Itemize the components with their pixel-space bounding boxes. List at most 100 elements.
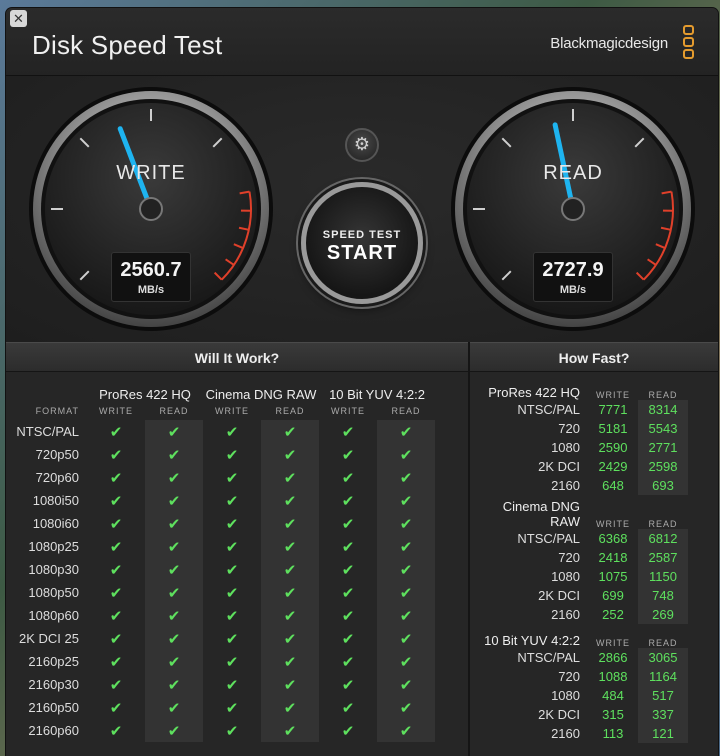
- table-row: NTSC/PAL 7771 8314: [470, 400, 688, 419]
- check-icon: ✔: [377, 443, 435, 466]
- table-row: 1080 2590 2771: [470, 438, 688, 457]
- check-icon: ✔: [145, 627, 203, 650]
- table-row: 1080p25 ✔ ✔ ✔ ✔ ✔ ✔: [6, 535, 435, 558]
- write-column-header: WRITE: [596, 390, 630, 400]
- format-label: 2160p25: [28, 654, 79, 669]
- format-label: 720p60: [35, 470, 79, 485]
- check-icon: ✔: [225, 423, 239, 441]
- format-label: 2160: [551, 726, 580, 741]
- check-icon: ✔: [341, 538, 355, 556]
- will-it-work-header: Will It Work?: [6, 342, 468, 372]
- format-label: 2K DCI: [538, 707, 580, 722]
- check-icon: ✔: [225, 515, 239, 533]
- app-title: Disk Speed Test: [32, 30, 223, 60]
- table-row: 720p60 ✔ ✔ ✔ ✔ ✔ ✔: [6, 466, 435, 489]
- table-row: 1080p30 ✔ ✔ ✔ ✔ ✔ ✔: [6, 558, 435, 581]
- speed-test-start-button[interactable]: SPEED TEST START: [301, 182, 423, 304]
- read-fps-value: 2771: [638, 438, 688, 457]
- check-icon: ✔: [225, 446, 239, 464]
- will-it-work-panel: ProRes 422 HQ Cinema DNG RAW 10 Bit YUV …: [6, 372, 468, 742]
- read-fps-value: 337: [638, 705, 688, 724]
- check-icon: ✔: [341, 515, 355, 533]
- table-row: 2K DCI 699 748: [470, 586, 688, 605]
- check-icon: ✔: [261, 558, 319, 581]
- table-row: 1080 1075 1150: [470, 567, 688, 586]
- check-icon: ✔: [261, 489, 319, 512]
- format-label: NTSC/PAL: [517, 402, 580, 417]
- write-fps-value: 648: [602, 478, 624, 493]
- check-icon: ✔: [109, 607, 123, 625]
- table-row: 2160 648 693: [470, 476, 688, 495]
- table-row: NTSC/PAL 6368 6812: [470, 529, 688, 548]
- check-icon: ✔: [377, 535, 435, 558]
- write-fps-value: 7771: [598, 402, 628, 417]
- table-row: 1080 484 517: [470, 686, 688, 705]
- section-title: ProRes 422 HQ: [488, 385, 580, 400]
- table-row: 1080i60 ✔ ✔ ✔ ✔ ✔ ✔: [6, 512, 435, 535]
- needle-hub: [139, 197, 163, 221]
- format-label: 720: [558, 669, 580, 684]
- read-fps-value: 517: [638, 686, 688, 705]
- format-label: 1080p60: [28, 608, 79, 623]
- check-icon: ✔: [261, 650, 319, 673]
- write-fps-value: 252: [602, 607, 624, 622]
- close-button[interactable]: ✕: [10, 10, 27, 27]
- check-icon: ✔: [341, 653, 355, 671]
- check-icon: ✔: [261, 627, 319, 650]
- table-row: 2K DCI 25 ✔ ✔ ✔ ✔ ✔ ✔: [6, 627, 435, 650]
- settings-button[interactable]: ⚙: [345, 128, 379, 162]
- check-icon: ✔: [109, 423, 123, 441]
- read-fps-value: 3065: [638, 648, 688, 667]
- how-fast-section: 10 Bit YUV 4:2:2 WRITE READ NTSC/PAL 2866 306…: [470, 628, 688, 743]
- check-icon: ✔: [145, 696, 203, 719]
- group-header: ProRes 422 HQ: [99, 387, 191, 402]
- check-icon: ✔: [341, 722, 355, 740]
- check-icon: ✔: [341, 469, 355, 487]
- read-column-header: READ: [391, 406, 421, 416]
- check-icon: ✔: [145, 443, 203, 466]
- format-label: 2160p60: [28, 723, 79, 738]
- read-column-header: READ: [648, 390, 678, 400]
- write-fps-value: 2418: [598, 550, 628, 565]
- check-icon: ✔: [225, 584, 239, 602]
- format-label: 2160: [551, 478, 580, 493]
- check-icon: ✔: [145, 558, 203, 581]
- check-icon: ✔: [109, 469, 123, 487]
- disk-speed-test-window: ✕ Disk Speed Test Blackmagicdesign WRITE…: [6, 8, 718, 756]
- check-icon: ✔: [377, 489, 435, 512]
- check-icon: ✔: [145, 535, 203, 558]
- format-label: NTSC/PAL: [517, 531, 580, 546]
- format-column-header: FORMAT: [35, 406, 79, 416]
- read-fps-value: 693: [638, 476, 688, 495]
- format-label: 2160p30: [28, 677, 79, 692]
- check-icon: ✔: [225, 492, 239, 510]
- table-row: 1080i50 ✔ ✔ ✔ ✔ ✔ ✔: [6, 489, 435, 512]
- write-fps-value: 1075: [598, 569, 628, 584]
- check-icon: ✔: [109, 722, 123, 740]
- check-icon: ✔: [261, 604, 319, 627]
- group-header: Cinema DNG RAW: [205, 387, 317, 402]
- read-speed-unit: MB/s: [559, 284, 587, 296]
- read-column-header: READ: [275, 406, 305, 416]
- check-icon: ✔: [261, 696, 319, 719]
- check-icon: ✔: [145, 466, 203, 489]
- table-row: 1080p50 ✔ ✔ ✔ ✔ ✔ ✔: [6, 581, 435, 604]
- read-fps-value: 6812: [638, 529, 688, 548]
- read-fps-value: 748: [638, 586, 688, 605]
- read-speed-value: 2727.9: [542, 259, 604, 281]
- check-icon: ✔: [225, 469, 239, 487]
- read-fps-value: 8314: [638, 400, 688, 419]
- start-button-label: START: [326, 242, 398, 264]
- check-icon: ✔: [341, 630, 355, 648]
- check-icon: ✔: [225, 607, 239, 625]
- how-fast-section: ProRes 422 HQ WRITE READ NTSC/PAL 7771 8314 72…: [470, 380, 688, 495]
- format-label: NTSC/PAL: [16, 424, 79, 439]
- check-icon: ✔: [261, 443, 319, 466]
- write-fps-value: 6368: [598, 531, 628, 546]
- check-icon: ✔: [341, 446, 355, 464]
- check-icon: ✔: [377, 627, 435, 650]
- start-button-caption: SPEED TEST: [322, 229, 402, 241]
- check-icon: ✔: [341, 584, 355, 602]
- check-icon: ✔: [377, 466, 435, 489]
- how-fast-header: How Fast?: [470, 342, 718, 372]
